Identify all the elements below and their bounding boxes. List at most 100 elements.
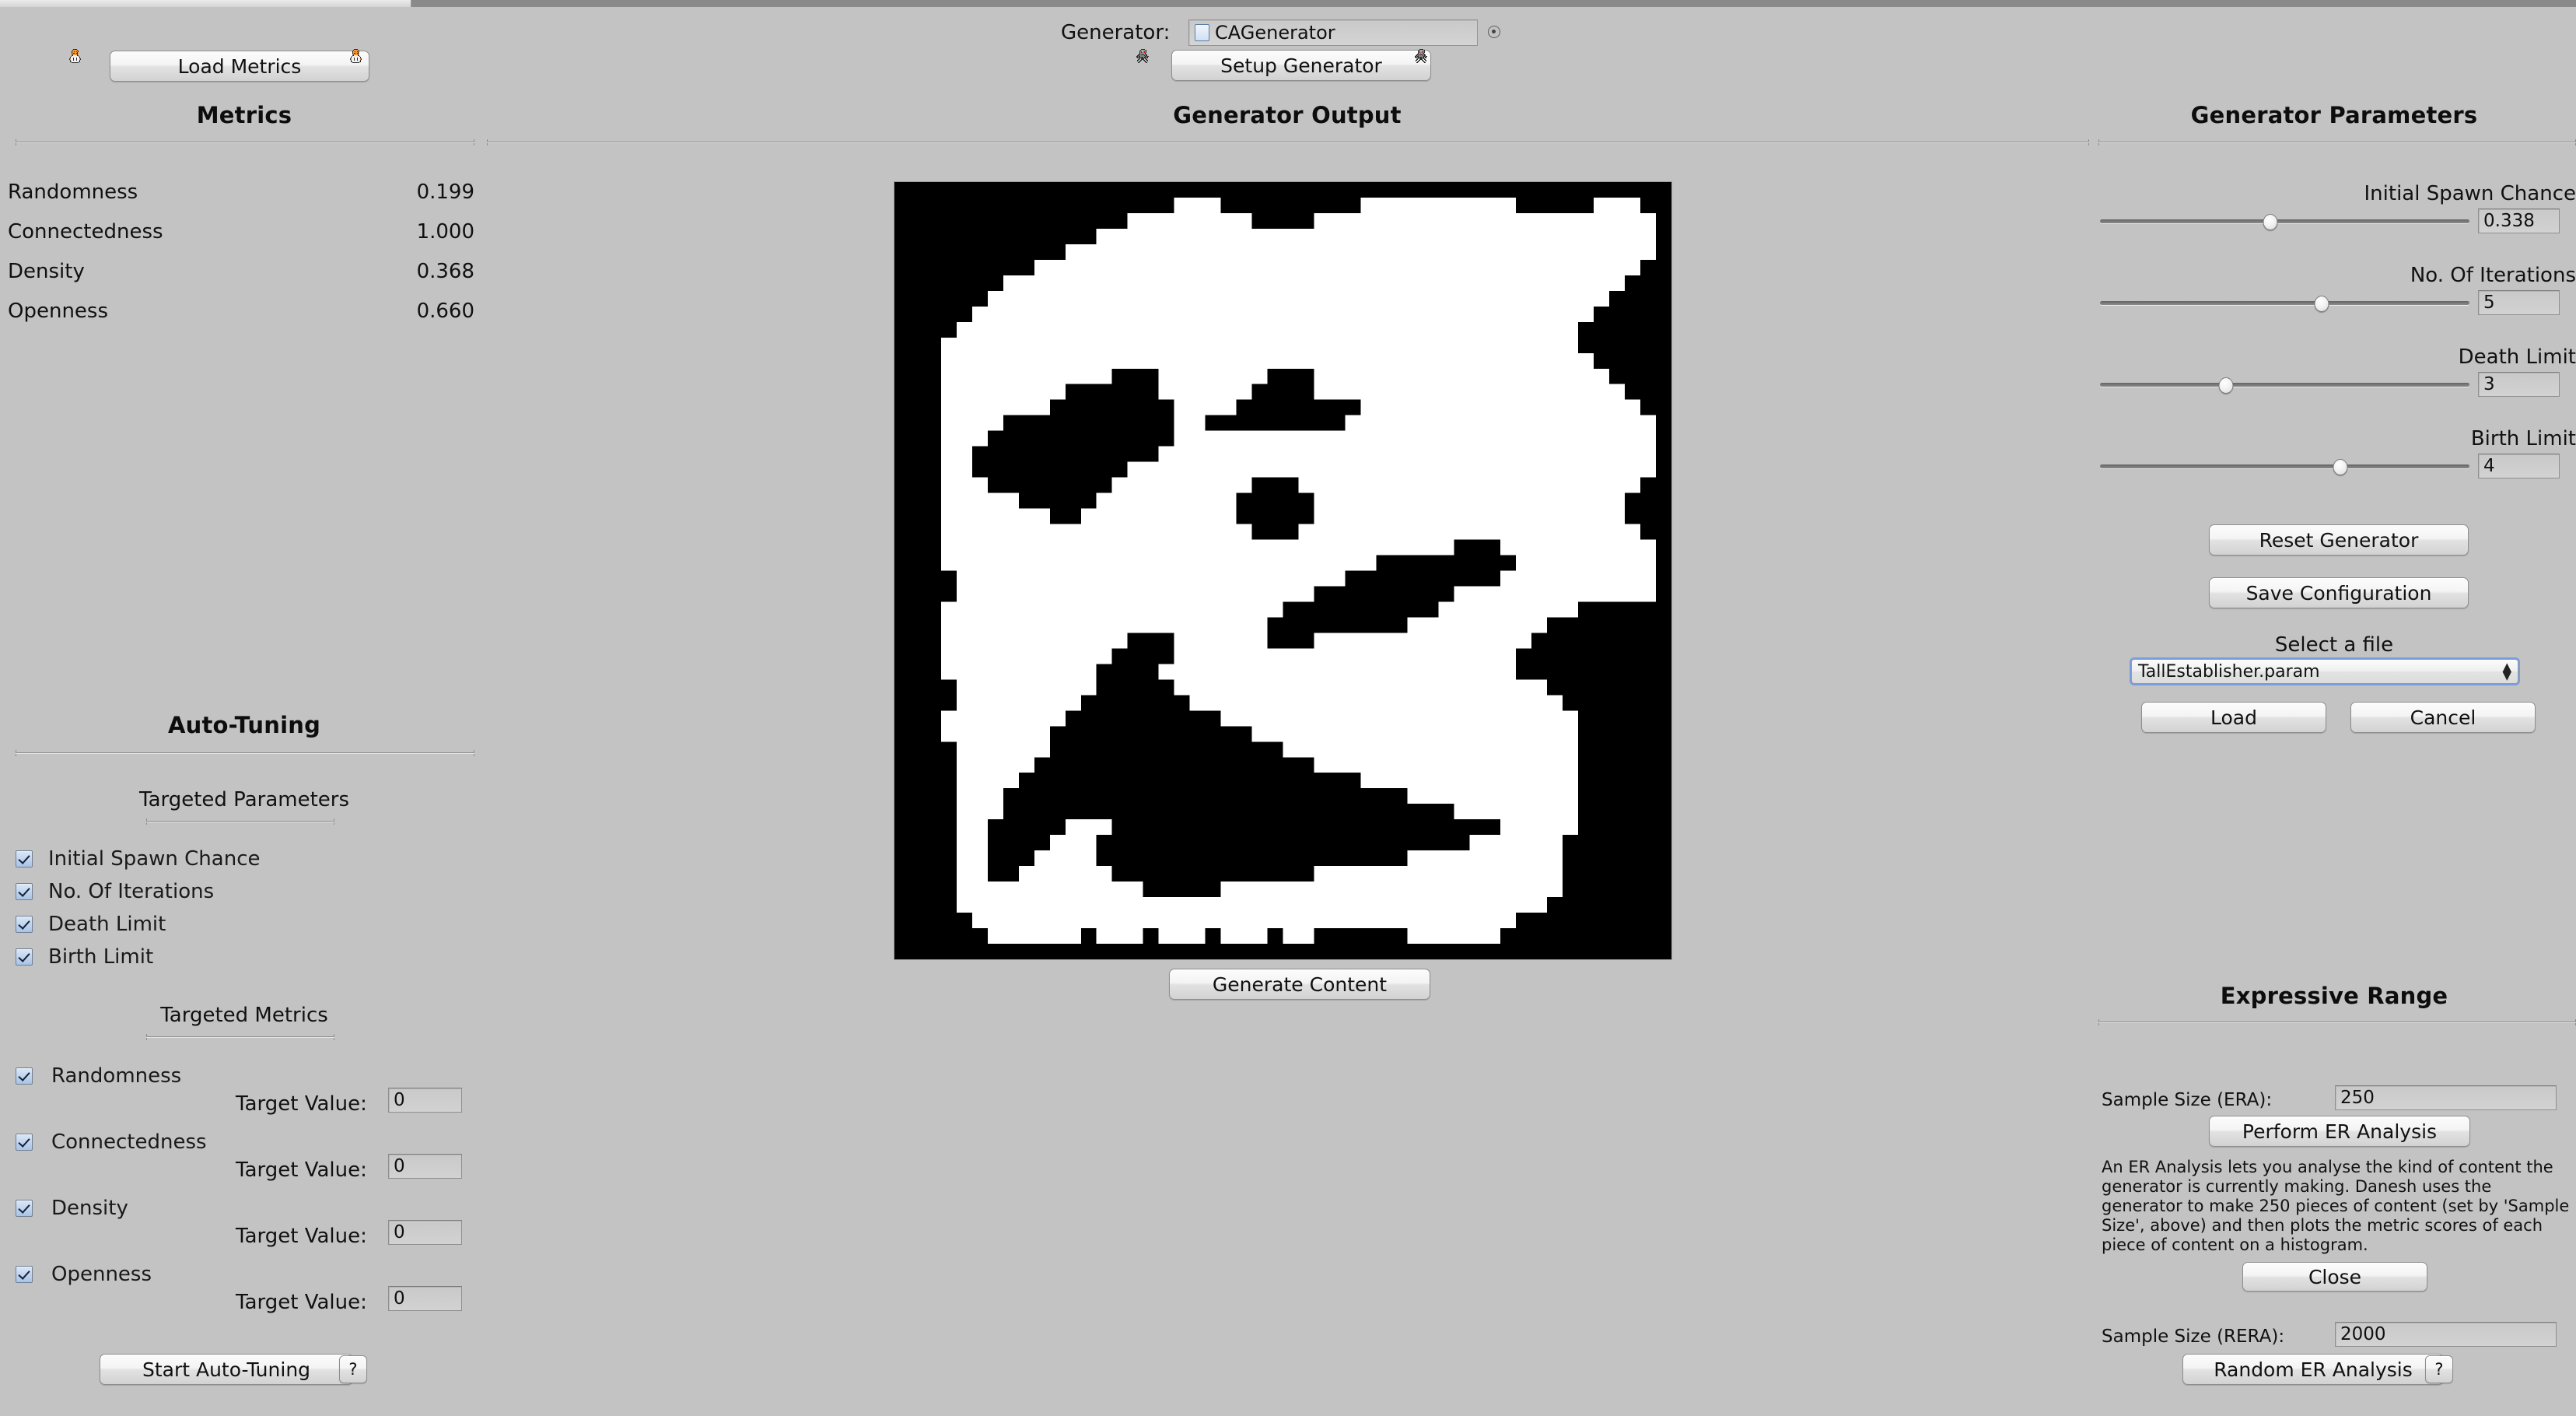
target-value-label: Target Value: <box>236 1225 367 1248</box>
target-value-input[interactable]: 0 <box>388 1220 462 1245</box>
targeted-parameters-divider <box>146 818 334 825</box>
metrics-section-title: Metrics <box>196 102 292 128</box>
metric-value: 0.199 <box>416 181 474 204</box>
targeted-metric-label: Randomness <box>51 1064 182 1088</box>
auto-tuning-help-button[interactable]: ? <box>339 1355 367 1383</box>
parameters-section-divider <box>2098 139 2576 145</box>
setup-generator-button[interactable]: Setup Generator <box>1171 50 1431 81</box>
metric-name: Connectedness <box>8 220 163 244</box>
window-tab-stub <box>0 0 411 7</box>
targeted-parameter-label: Death Limit <box>48 913 166 936</box>
targeted-parameter-row[interactable]: Death Limit <box>16 913 166 936</box>
targeted-metric-label: Connectedness <box>51 1130 207 1154</box>
select-file-value: TallEstablisher.param <box>2138 661 2320 682</box>
parameter-slider[interactable] <box>2100 293 2469 314</box>
targeted-metric-row[interactable]: Density <box>16 1197 128 1220</box>
targeted-metric-row[interactable]: Randomness <box>16 1064 181 1088</box>
scientist-icon-right <box>349 48 379 79</box>
close-er-button[interactable]: Close <box>2242 1262 2427 1292</box>
target-value-label: Target Value: <box>236 1092 367 1116</box>
reset-generator-button[interactable]: Reset Generator <box>2209 524 2469 556</box>
radio-options-icon[interactable] <box>1488 26 1500 38</box>
targeted-metric-row[interactable]: Connectedness <box>16 1130 207 1154</box>
random-er-analysis-button[interactable]: Random ER Analysis <box>2182 1354 2444 1385</box>
slider-thumb[interactable] <box>2218 377 2233 394</box>
expressive-range-help-button[interactable]: ? <box>2425 1355 2453 1383</box>
slider-label: Initial Spawn Chance <box>2364 182 2576 205</box>
select-a-file-label: Select a file <box>2274 633 2394 657</box>
metrics-section-divider <box>16 139 474 145</box>
slider-value-input[interactable]: 4 <box>2478 454 2560 478</box>
metric-value: 1.000 <box>416 220 474 244</box>
targeted-metrics-divider <box>146 1034 334 1040</box>
target-value-input[interactable]: 0 <box>388 1286 462 1311</box>
chevron-updown-icon: ▲ ▼ <box>2502 660 2511 682</box>
load-metrics-button[interactable]: Load Metrics <box>110 51 369 82</box>
checkbox-icon[interactable] <box>16 850 33 867</box>
file-icon <box>1195 24 1209 41</box>
slider-thumb[interactable] <box>2263 214 2277 230</box>
generator-output-canvas[interactable] <box>894 181 1672 960</box>
load-config-button[interactable]: Load <box>2141 702 2326 733</box>
select-file-combobox[interactable]: TallEstablisher.param ▲ ▼ <box>2130 657 2520 685</box>
checkbox-icon[interactable] <box>16 1200 33 1217</box>
metric-value: 0.368 <box>416 260 474 283</box>
slider-thumb[interactable] <box>2333 459 2348 475</box>
targeted-parameter-row[interactable]: Initial Spawn Chance <box>16 847 261 871</box>
slider-track[interactable] <box>2100 383 2469 387</box>
parameter-slider[interactable] <box>2100 375 2469 395</box>
generator-label: Generator: <box>1061 21 1171 44</box>
sample-size-era-label: Sample Size (ERA): <box>2102 1090 2273 1110</box>
sample-size-rera-input[interactable]: 2000 <box>2335 1322 2557 1347</box>
save-configuration-button[interactable]: Save Configuration <box>2209 577 2469 608</box>
scientist-icon-left <box>68 48 98 79</box>
parameter-slider[interactable] <box>2100 457 2469 477</box>
perform-er-analysis-button[interactable]: Perform ER Analysis <box>2209 1116 2470 1147</box>
metric-name: Randomness <box>8 181 138 204</box>
metric-name: Density <box>8 260 85 283</box>
slider-label: Birth Limit <box>2470 427 2576 450</box>
cancel-config-button[interactable]: Cancel <box>2350 702 2536 733</box>
targeted-parameter-label: Birth Limit <box>48 945 154 969</box>
checkbox-icon[interactable] <box>16 883 33 900</box>
generator-name-field[interactable]: CAGenerator <box>1188 19 1478 46</box>
target-value-label: Target Value: <box>236 1291 367 1314</box>
checkbox-icon[interactable] <box>16 1067 33 1085</box>
sample-size-era-input[interactable]: 250 <box>2335 1085 2557 1110</box>
targeted-parameter-label: No. Of Iterations <box>48 880 215 903</box>
checkbox-icon[interactable] <box>16 1134 33 1151</box>
slider-label: No. Of Iterations <box>2410 264 2576 287</box>
slider-value-input[interactable]: 5 <box>2478 290 2560 315</box>
slider-track[interactable] <box>2100 301 2469 305</box>
target-value-input[interactable]: 0 <box>388 1154 462 1179</box>
window-titlebar <box>0 0 2576 7</box>
slider-label: Death Limit <box>2458 345 2576 369</box>
generate-content-button[interactable]: Generate Content <box>1169 969 1430 1000</box>
slider-track[interactable] <box>2100 219 2469 223</box>
checkbox-icon[interactable] <box>16 1266 33 1283</box>
target-value-label: Target Value: <box>236 1158 367 1182</box>
slider-value-input[interactable]: 3 <box>2478 372 2560 397</box>
slider-value-input[interactable]: 0.338 <box>2478 209 2560 233</box>
targeted-parameter-row[interactable]: No. Of Iterations <box>16 880 214 903</box>
slider-thumb[interactable] <box>2314 296 2329 312</box>
sample-size-rera-label: Sample Size (RERA): <box>2102 1327 2285 1347</box>
expressive-range-title: Expressive Range <box>2220 983 2448 1009</box>
output-section-title: Generator Output <box>1173 102 1402 128</box>
parameter-slider[interactable] <box>2100 212 2469 232</box>
generator-name-value: CAGenerator <box>1215 22 1335 44</box>
metric-value: 0.660 <box>416 300 474 323</box>
autotuning-section-divider <box>16 750 474 756</box>
start-auto-tuning-button[interactable]: Start Auto-Tuning <box>100 1354 353 1385</box>
targeted-metrics-title: Targeted Metrics <box>160 1004 328 1027</box>
targeted-parameters-title: Targeted Parameters <box>138 788 350 811</box>
parameters-section-title: Generator Parameters <box>2190 102 2478 128</box>
target-value-input[interactable]: 0 <box>388 1088 462 1113</box>
slider-track[interactable] <box>2100 464 2469 468</box>
checkbox-icon[interactable] <box>16 916 33 933</box>
targeted-parameter-row[interactable]: Birth Limit <box>16 945 153 969</box>
autotuning-section-title: Auto-Tuning <box>167 712 321 738</box>
targeted-metric-label: Density <box>51 1197 128 1220</box>
targeted-metric-row[interactable]: Openness <box>16 1263 152 1286</box>
checkbox-icon[interactable] <box>16 948 33 966</box>
